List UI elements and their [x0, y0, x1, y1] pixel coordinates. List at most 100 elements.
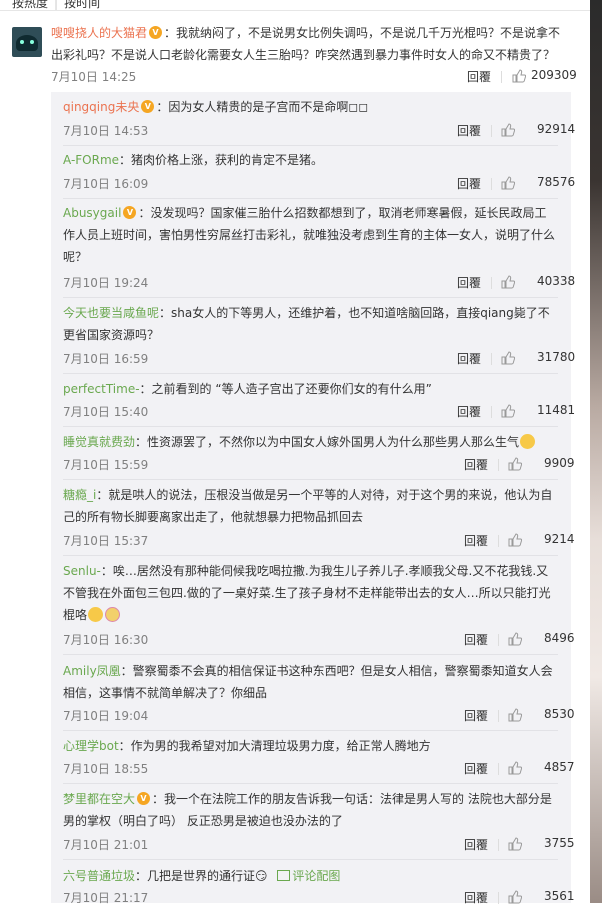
reply-username[interactable]: 心理学bot — [63, 739, 119, 753]
thumbs-up-icon[interactable] — [508, 533, 522, 547]
reply-button[interactable]: 回覆 — [464, 836, 488, 853]
reply-button[interactable]: 回覆 — [464, 707, 488, 724]
like-count: 4857 — [544, 760, 575, 774]
divider — [63, 479, 558, 480]
reply-time: 7月10日 16:59 — [63, 352, 149, 366]
like-count: 31780 — [537, 350, 576, 364]
verified-badge-icon — [141, 100, 155, 113]
thumbs-up-icon[interactable] — [508, 761, 522, 775]
reply-username[interactable]: 糖瘾_i — [63, 488, 96, 502]
reply-username[interactable]: Amily凤凰 — [63, 664, 121, 678]
meta-separator — [498, 459, 499, 471]
reply-button[interactable]: 回覆 — [464, 532, 488, 549]
reply-item: 梦里都在空大：我一个在法院工作的朋友告诉我一句话：法律是男人写的 法院也大部分是… — [63, 788, 558, 832]
reply-button[interactable]: 回覆 — [464, 889, 488, 906]
meta-separator — [498, 763, 499, 775]
thumbs-up-icon[interactable] — [512, 69, 526, 83]
background-image-strip — [590, 0, 602, 903]
comment-username[interactable]: 嗖嗖挠人的大猫君 — [51, 26, 147, 40]
reply-text: ：之前看到的 “等人造子宫出了还要你们女的有什么用” — [139, 382, 432, 396]
like-count: 8496 — [544, 631, 575, 645]
reply-item: 糖瘾_i：就是哄人的说法，压根没当做是另一个平等的人对待，对于这个男的来说，他认… — [63, 484, 558, 528]
reply-button[interactable]: 回覆 — [464, 760, 488, 777]
thumbs-up-icon[interactable] — [508, 837, 522, 851]
meta-separator — [498, 710, 499, 722]
meta-separator — [491, 277, 492, 289]
reply-meta: 7月10日 14:53 回覆 92914 — [63, 122, 575, 140]
reply-text: ：几把是世界的通行证😏 — [135, 869, 268, 883]
reply-time: 7月10日 21:01 — [63, 838, 149, 852]
meta-separator — [498, 634, 499, 646]
meta-separator — [491, 406, 492, 418]
reply-button[interactable]: 回覆 — [464, 631, 488, 648]
divider — [63, 297, 558, 298]
reply-button[interactable]: 回覆 — [457, 122, 481, 139]
main-comment-meta: 7月10日 14:25 回覆 209309 — [51, 68, 577, 86]
reply-time: 7月10日 21:17 — [63, 891, 149, 905]
reply-button[interactable]: 回覆 — [457, 274, 481, 291]
reply-username[interactable]: 梦里都在空大 — [63, 792, 135, 806]
reply-meta: 7月10日 21:01 回覆 3755 — [63, 836, 575, 854]
divider — [63, 145, 558, 146]
reply-text: ：因为女人精贵的是子宫而不是命啊◻◻ — [156, 100, 369, 114]
reply-username[interactable]: perfectTime- — [63, 382, 140, 396]
like-count: 40338 — [537, 274, 576, 288]
reply-text: ：性资源罢了，不然你以为中国女人嫁外国男人为什么那些男人那么生气 — [135, 435, 520, 449]
reply-button[interactable]: 回覆 — [457, 175, 481, 192]
reply-meta: 7月10日 16:59 回覆 31780 — [63, 350, 575, 368]
reply-meta: 7月10日 15:40 回覆 11481 — [63, 403, 575, 421]
reply-meta: 7月10日 15:59 回覆 9909 — [63, 456, 575, 474]
thumbs-up-icon[interactable] — [501, 404, 515, 418]
meta-separator — [498, 535, 499, 547]
reply-username[interactable]: Abusygail — [63, 206, 121, 220]
reply-button[interactable]: 回覆 — [457, 350, 481, 367]
thumbs-up-icon[interactable] — [508, 457, 522, 471]
meta-separator — [491, 125, 492, 137]
like-count: 9214 — [544, 532, 575, 546]
reply-item: Abusygail：没发现吗？国家催三胎什么招数都想到了，取消老师寒暑假，延长民… — [63, 202, 558, 268]
avatar[interactable] — [12, 27, 42, 57]
reply-username[interactable]: 六号普通垃圾 — [63, 869, 135, 883]
reply-username[interactable]: qingqing未央 — [63, 100, 139, 114]
thumbs-up-icon[interactable] — [501, 176, 515, 190]
reply-item: 六号普通垃圾：几把是世界的通行证😏 评论配图 — [63, 865, 558, 887]
thumbs-up-icon[interactable] — [508, 890, 522, 904]
reply-item: qingqing未央 ：因为女人精贵的是子宫而不是命啊◻◻ — [63, 96, 558, 118]
comment-image-link[interactable]: 评论配图 — [277, 869, 340, 883]
like-count: 3755 — [544, 836, 575, 850]
reply-username[interactable]: 今天也要当咸鱼呢 — [63, 306, 159, 320]
like-count: 78576 — [537, 175, 576, 189]
reply-button[interactable]: 回覆 — [464, 456, 488, 473]
reply-username[interactable]: Senlu- — [63, 564, 101, 578]
divider — [63, 730, 558, 731]
reply-username[interactable]: A-FORme — [63, 153, 119, 167]
meta-separator — [491, 353, 492, 365]
thumbs-up-icon[interactable] — [508, 708, 522, 722]
reply-button[interactable]: 回覆 — [467, 68, 491, 85]
reply-username[interactable]: 睡觉真就费劲 — [63, 435, 135, 449]
emoji-icon — [520, 434, 536, 449]
meta-separator — [498, 839, 499, 851]
reply-item: Senlu-：唉…居然没有那种能伺候我吃喝拉撒.为我生儿子养儿子.孝顺我父母.又… — [63, 560, 558, 626]
reply-meta: 7月10日 16:30 回覆 8496 — [63, 631, 575, 649]
thumbs-up-icon[interactable] — [501, 275, 515, 289]
thumbs-up-icon[interactable] — [508, 632, 522, 646]
reply-time: 7月10日 14:53 — [63, 124, 149, 138]
thumbs-up-icon[interactable] — [501, 351, 515, 365]
comment-time: 7月10日 14:25 — [51, 70, 137, 84]
thumbs-up-icon[interactable] — [501, 123, 515, 137]
reply-button[interactable]: 回覆 — [457, 403, 481, 420]
meta-separator — [498, 892, 499, 904]
divider — [63, 373, 558, 374]
reply-meta: 7月10日 18:55 回覆 4857 — [63, 760, 575, 778]
reply-text: ：没发现吗？国家催三胎什么招数都想到了，取消老师寒暑假，延长民政局工作人员上班时… — [63, 206, 556, 264]
reply-text: ：警察蜀黍不会真的相信保证书这种东西吧？但是女人相信，警察蜀黍知道女人会相信，这… — [63, 664, 553, 700]
reply-meta: 7月10日 19:04 回覆 8530 — [63, 707, 575, 725]
meta-separator — [501, 71, 502, 83]
like-count: 9909 — [544, 456, 575, 470]
reply-item: 今天也要当咸鱼呢：sha女人的下等男人，还维护着，也不知道啥脑回路，直接qian… — [63, 302, 558, 346]
divider — [63, 555, 558, 556]
meta-separator — [491, 178, 492, 190]
tab-separator: | — [54, 0, 59, 10]
comment-image-link-label: 评论配图 — [292, 869, 341, 883]
